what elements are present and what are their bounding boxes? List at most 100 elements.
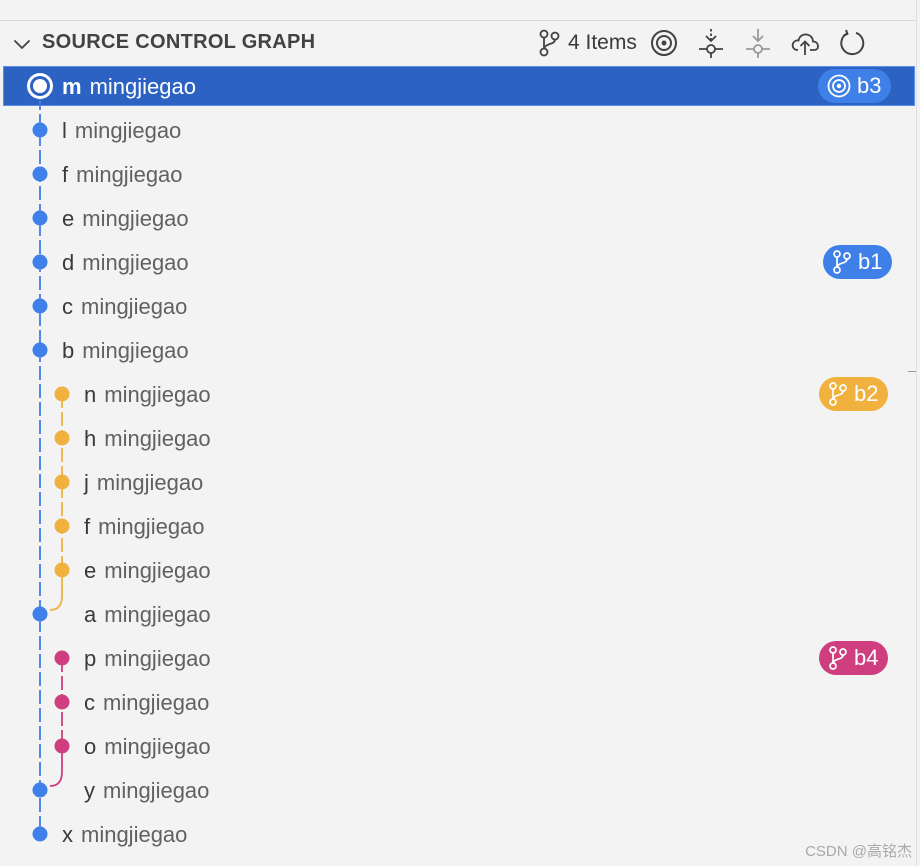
branch-badge-label: b2 [854, 381, 879, 406]
commit-row[interactable]: j mingjiegao [0, 460, 916, 504]
commit-author: mingjiegao [96, 470, 204, 495]
go-to-current-button[interactable] [647, 26, 681, 60]
push-button[interactable] [788, 26, 822, 60]
branch-badge-b2[interactable]: b2 [819, 377, 889, 411]
commit-text: l mingjiegao [62, 118, 181, 144]
fetch-icon [698, 29, 723, 58]
commit-author: mingjiegao [98, 514, 205, 539]
header-actions: 4 Items [536, 26, 882, 60]
commit-message: c [84, 690, 95, 715]
commit-message: e [62, 206, 75, 231]
commit-message: o [84, 734, 97, 759]
commit-author: mingjiegao [74, 118, 182, 143]
panel-header[interactable]: SOURCE CONTROL GRAPH 4 Items [0, 22, 916, 64]
commit-author: mingjiegao [103, 690, 210, 715]
commit-message: m [62, 74, 82, 99]
commit-row[interactable]: f mingjiegao [0, 504, 916, 548]
branch-badge-label: b3 [857, 73, 882, 98]
commit-text: c mingjiegao [84, 690, 209, 716]
commit-author: mingjiegao [81, 822, 188, 847]
commit-author: mingjiegao [82, 338, 189, 363]
commit-text: e mingjiegao [62, 206, 189, 232]
branch-badge-b4[interactable]: b4 [819, 641, 889, 675]
branch-badge-b1[interactable]: b1 [823, 245, 893, 279]
commit-author: mingjiegao [104, 426, 211, 451]
commit-message: p [84, 646, 97, 671]
commit-author: mingjiegao [89, 74, 196, 99]
commit-row[interactable]: p mingjiegao b4 [0, 636, 916, 680]
commit-row[interactable]: h mingjiegao [0, 416, 916, 460]
commit-author: mingjiegao [104, 602, 211, 627]
commit-text: e mingjiegao [84, 558, 211, 584]
commit-message: e [84, 558, 97, 583]
cloud-upload-icon [791, 33, 819, 55]
commit-message: j [84, 470, 89, 495]
branch-icon [833, 250, 851, 274]
commit-text: a mingjiegao [84, 602, 211, 628]
panel-right-border [916, 0, 917, 866]
panel-title: SOURCE CONTROL GRAPH [42, 31, 316, 53]
commit-row[interactable]: f mingjiegao [0, 152, 916, 196]
commit-message: f [84, 514, 91, 539]
commit-message: d [62, 250, 75, 275]
commit-message: b [62, 338, 75, 363]
commit-message: h [84, 426, 97, 451]
commit-row[interactable]: x mingjiegao [0, 812, 916, 856]
pull-icon [745, 29, 770, 58]
commit-message: a [84, 602, 97, 627]
target-icon [827, 74, 851, 98]
commit-text: b mingjiegao [62, 338, 189, 364]
commit-text: d mingjiegao [62, 250, 189, 276]
commit-author: mingjiegao [76, 162, 183, 187]
commit-row[interactable]: d mingjiegao b1 [0, 240, 916, 284]
watermark: CSDN @高铭杰 [805, 843, 912, 860]
branch-badge-b3[interactable]: b3 [818, 69, 892, 103]
fetch-button[interactable] [694, 26, 728, 60]
commit-author: mingjiegao [104, 646, 211, 671]
commit-text: c mingjiegao [62, 294, 187, 320]
commit-author: mingjiegao [82, 206, 189, 231]
branch-icon [829, 382, 847, 406]
commit-text: f mingjiegao [62, 162, 183, 188]
refresh-button[interactable] [835, 26, 869, 60]
commit-author: mingjiegao [81, 294, 188, 319]
commit-row[interactable]: y mingjiegao [0, 768, 916, 812]
commit-author: mingjiegao [104, 382, 211, 407]
commit-row[interactable]: c mingjiegao [0, 680, 916, 724]
commit-row[interactable]: c mingjiegao [0, 284, 916, 328]
refresh-icon [840, 29, 865, 56]
commit-row[interactable]: m mingjiegao b3 [0, 64, 916, 108]
commit-row[interactable]: e mingjiegao [0, 548, 916, 592]
commit-message: x [62, 822, 73, 847]
items-count-label: 4 Items [568, 31, 637, 54]
branch-icon [829, 646, 847, 670]
source-control-graph-panel: SOURCE CONTROL GRAPH 4 Items m mingjiega… [0, 0, 920, 866]
commit-row[interactable]: b mingjiegao [0, 328, 916, 372]
commit-row[interactable]: n mingjiegao b2 [0, 372, 916, 416]
commit-author: mingjiegao [82, 250, 189, 275]
commit-text: p mingjiegao [84, 646, 211, 672]
branch-badge-label: b4 [854, 645, 879, 670]
commit-message: n [84, 382, 97, 407]
commit-text: h mingjiegao [84, 426, 211, 452]
commit-text: m mingjiegao [62, 74, 196, 100]
commit-message: f [62, 162, 69, 187]
commit-row[interactable]: e mingjiegao [0, 196, 916, 240]
commit-text: j mingjiegao [84, 470, 203, 496]
commit-row[interactable]: o mingjiegao [0, 724, 916, 768]
commit-text: y mingjiegao [84, 778, 209, 804]
commit-message: y [84, 778, 95, 803]
commit-message: l [62, 118, 67, 143]
items-count-button[interactable]: 4 Items [536, 26, 647, 60]
commit-author: mingjiegao [104, 734, 211, 759]
chevron-down-icon[interactable] [10, 32, 34, 56]
commit-author: mingjiegao [104, 558, 211, 583]
commit-row[interactable]: l mingjiegao [0, 108, 916, 152]
commit-text: f mingjiegao [84, 514, 205, 540]
pull-button[interactable] [741, 26, 775, 60]
commit-message: c [62, 294, 73, 319]
commit-row[interactable]: a mingjiegao [0, 592, 916, 636]
commit-text: o mingjiegao [84, 734, 211, 760]
branch-icon [539, 29, 560, 57]
branch-badge-label: b1 [858, 249, 883, 274]
